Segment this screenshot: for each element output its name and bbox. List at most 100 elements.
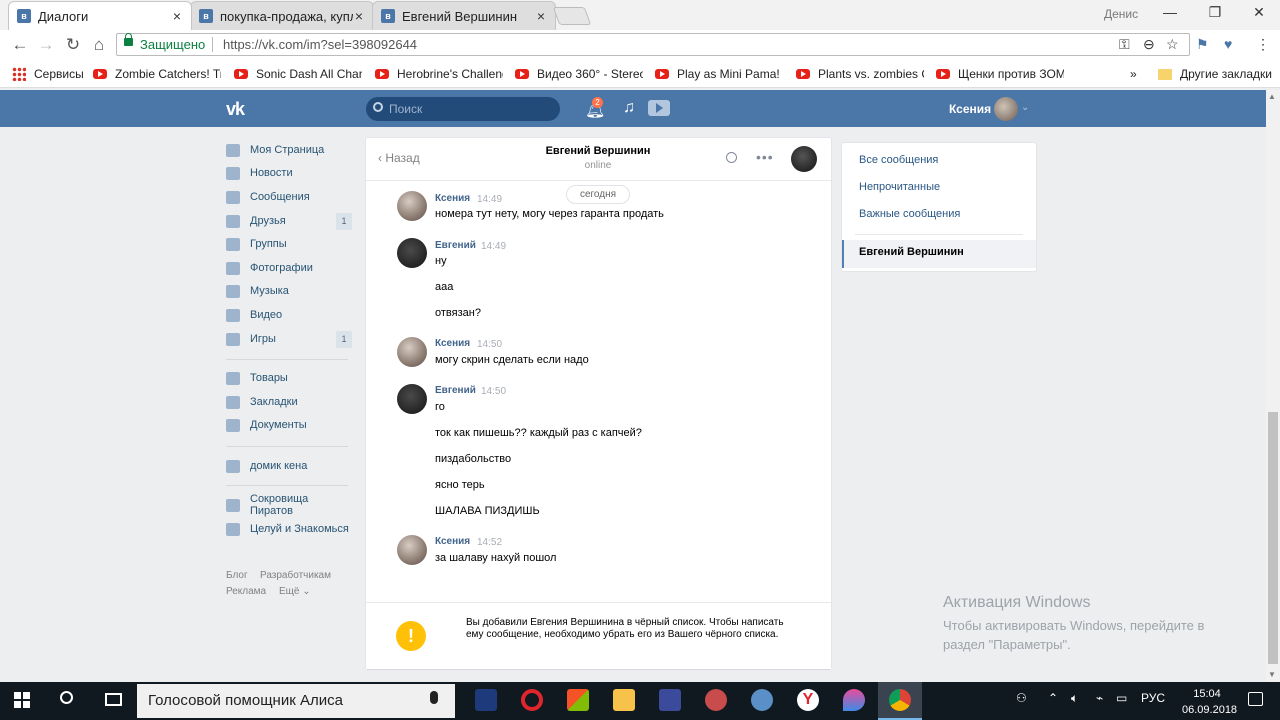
maximize-icon[interactable]: ❐ — [1205, 4, 1225, 21]
zoom-icon[interactable]: ⊖ — [1143, 36, 1155, 53]
file-explorer-icon[interactable] — [613, 689, 635, 711]
back-arrow-icon[interactable]: ← — [10, 35, 30, 55]
key-icon[interactable]: ⚿ — [1119, 36, 1130, 53]
message-author[interactable]: Ксения — [435, 338, 470, 349]
chevron-down-icon[interactable]: ⌄ — [1021, 102, 1029, 113]
task-view-icon[interactable] — [105, 693, 122, 706]
sidebar-item-games[interactable]: Игры 1 — [226, 329, 352, 349]
tab-evgeniy[interactable]: в Евгений Вершинин × — [372, 1, 556, 30]
menu-item-all-messages[interactable]: Все сообщения — [859, 154, 938, 166]
sidebar-item-messages[interactable]: Сообщения — [226, 187, 352, 207]
close-icon[interactable]: × — [353, 8, 365, 24]
app-icon[interactable] — [705, 689, 727, 711]
more-bookmarks-button[interactable]: » — [1130, 66, 1142, 82]
close-icon[interactable]: × — [535, 8, 547, 24]
yandex-browser-icon[interactable]: Y — [797, 689, 819, 711]
message-time[interactable]: 14:52 — [477, 537, 502, 548]
conversation-title[interactable]: Евгений Вершинин — [498, 145, 698, 157]
microphone-icon[interactable] — [430, 691, 438, 704]
sidebar-item-bookmarks[interactable]: Закладки — [226, 392, 352, 412]
menu-item-unread[interactable]: Непрочитанные — [859, 181, 940, 193]
sidebar-item-goods[interactable]: Товары — [226, 368, 352, 388]
bookmark-apps[interactable]: Сервисы — [12, 66, 88, 82]
battery-icon[interactable]: ▭ — [1116, 691, 1127, 705]
sidebar-item-my-page[interactable]: Моя Страница — [226, 140, 352, 160]
profile-name[interactable]: Денис — [1104, 7, 1138, 21]
music-icon[interactable]: ♫ — [623, 99, 635, 117]
home-icon[interactable]: ⌂ — [89, 35, 109, 55]
reload-icon[interactable]: ↻ — [63, 35, 83, 55]
star-icon[interactable]: ☆ — [1166, 36, 1179, 53]
message-time[interactable]: 14:49 — [481, 241, 506, 252]
active-conversation-label[interactable]: Евгений Вершинин — [859, 246, 964, 258]
bookmark-item[interactable]: Plants vs. zombies CA — [796, 66, 924, 82]
scroll-down-icon[interactable]: ▼ — [1268, 670, 1276, 679]
avatar[interactable] — [791, 146, 817, 172]
sidebar-item-video[interactable]: Видео — [226, 305, 352, 325]
app-icon[interactable] — [843, 689, 865, 711]
secure-label[interactable]: Защищено — [140, 37, 205, 52]
avatar[interactable] — [397, 535, 427, 565]
message-author[interactable]: Ксения — [435, 536, 470, 547]
message-author[interactable]: Ксения — [435, 193, 470, 204]
app-icon[interactable] — [475, 689, 497, 711]
avatar[interactable] — [994, 97, 1018, 121]
message-author[interactable]: Евгений — [435, 240, 476, 251]
chevron-up-icon[interactable]: ⌃ — [1048, 691, 1058, 705]
forward-arrow-icon[interactable]: → — [36, 35, 56, 55]
message-author[interactable]: Евгений — [435, 385, 476, 396]
sidebar-item-groups[interactable]: Группы — [226, 234, 352, 254]
minimize-icon[interactable]: — — [1160, 4, 1180, 20]
new-tab-button[interactable] — [552, 7, 592, 25]
play-icon[interactable] — [648, 100, 670, 116]
opera-icon[interactable] — [521, 689, 543, 711]
search-icon[interactable] — [726, 152, 737, 163]
footer-link-blog[interactable]: Блог — [226, 570, 248, 581]
avatar[interactable] — [397, 337, 427, 367]
menu-item-important[interactable]: Важные сообщения — [859, 208, 960, 220]
language-indicator[interactable]: РУС — [1141, 691, 1165, 705]
footer-link-developers[interactable]: Разработчикам — [260, 570, 331, 581]
url-text[interactable]: https://vk.com/im?sel=398092644 — [223, 37, 417, 52]
bookmark-item[interactable]: Sonic Dash All Chara — [234, 66, 362, 82]
window-close-icon[interactable]: ✕ — [1249, 4, 1269, 21]
windows-start-icon[interactable] — [14, 692, 30, 708]
bookmark-item[interactable]: Щенки против ЗОМ — [936, 66, 1064, 82]
scrollbar-thumb[interactable] — [1268, 412, 1278, 664]
avatar[interactable] — [397, 238, 427, 268]
app-icon[interactable] — [659, 689, 681, 711]
sidebar-item-photos[interactable]: Фотографии — [226, 258, 352, 278]
store-icon[interactable] — [567, 689, 589, 711]
sidebar-item-friends[interactable]: Друзья 1 — [226, 211, 352, 231]
tab-dialogs[interactable]: в Диалоги × — [8, 1, 192, 30]
people-icon[interactable]: ⚇ — [1016, 691, 1027, 705]
sidebar-item-news[interactable]: Новости — [226, 163, 352, 183]
bookmark-item[interactable]: Zombie Catchers! Tra — [93, 66, 221, 82]
other-bookmarks[interactable]: Другие закладки — [1158, 66, 1272, 82]
volume-icon[interactable]: 🔈︎ — [1071, 691, 1078, 706]
scroll-up-icon[interactable]: ▲ — [1268, 92, 1276, 101]
network-icon[interactable]: ⌁ — [1096, 691, 1103, 705]
extension-icon[interactable]: ⚑ — [1196, 36, 1209, 53]
message-time[interactable]: 14:50 — [477, 339, 502, 350]
menu-icon[interactable]: ⋮ — [1256, 36, 1270, 53]
app-icon[interactable] — [751, 689, 773, 711]
back-button[interactable]: ‹ Назад — [378, 151, 420, 165]
sidebar-item-group-link[interactable]: домик кена — [226, 456, 352, 476]
notifications-icon[interactable] — [1248, 692, 1263, 706]
message-time[interactable]: 14:49 — [477, 194, 502, 205]
close-icon[interactable]: × — [171, 8, 183, 24]
message-time[interactable]: 14:50 — [481, 386, 506, 397]
tab-buy-sell[interactable]: в покупка-продажа, купл × — [190, 1, 374, 30]
bookmark-item[interactable]: Herobrine's Challeng — [375, 66, 503, 82]
bookmark-item[interactable]: Видео 360° - Stereo — [515, 66, 643, 82]
sidebar-item-music[interactable]: Музыка — [226, 281, 352, 301]
user-name[interactable]: Ксения — [949, 102, 991, 116]
avatar[interactable] — [397, 384, 427, 414]
chrome-icon[interactable] — [889, 689, 911, 711]
footer-link-ads[interactable]: Реклама — [226, 586, 266, 597]
sidebar-item-app-pirates[interactable]: Сокровища Пиратов — [226, 493, 352, 517]
lock-icon[interactable] — [124, 33, 133, 46]
sidebar-item-app-dating[interactable]: Целуй и Знакомься — [226, 519, 352, 539]
clock[interactable]: 15:04 06.09.2018 — [1182, 686, 1237, 718]
